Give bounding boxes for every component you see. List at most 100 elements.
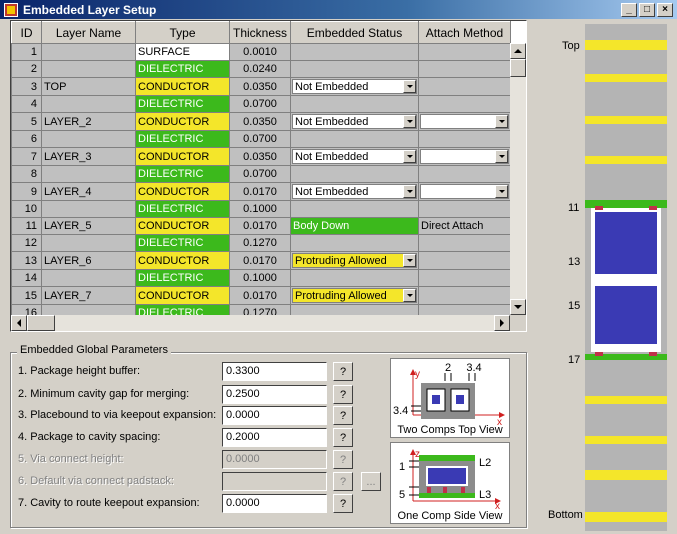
thickness-cell[interactable]: 0.0350 bbox=[229, 147, 291, 166]
help-button[interactable]: ? bbox=[333, 450, 353, 469]
attach-dropdown[interactable] bbox=[420, 149, 509, 164]
attach-cell[interactable] bbox=[418, 165, 511, 183]
close-button[interactable]: × bbox=[657, 2, 673, 17]
attach-cell[interactable] bbox=[418, 269, 511, 287]
layer-name-cell[interactable] bbox=[41, 43, 136, 61]
dropdown-arrow-icon[interactable] bbox=[403, 115, 416, 128]
type-cell[interactable]: CONDUCTOR bbox=[135, 112, 230, 131]
scroll-left-button[interactable] bbox=[11, 315, 27, 331]
status-cell[interactable]: Protruding Allowed bbox=[290, 286, 419, 305]
layer-row[interactable]: 7 LAYER_3 CONDUCTOR 0.0350 Not Embedded bbox=[11, 147, 511, 166]
type-cell[interactable]: CONDUCTOR bbox=[135, 251, 230, 270]
attach-cell[interactable] bbox=[418, 147, 511, 166]
attach-cell[interactable] bbox=[418, 182, 511, 201]
browse-button[interactable]: ... bbox=[361, 472, 381, 491]
layer-row[interactable]: 4 DIELECTRIC 0.0700 bbox=[11, 95, 511, 113]
status-dropdown[interactable]: Not Embedded bbox=[292, 114, 417, 129]
status-dropdown[interactable]: Protruding Allowed bbox=[292, 253, 417, 268]
type-cell[interactable]: CONDUCTOR bbox=[135, 217, 230, 235]
attach-dropdown[interactable] bbox=[420, 114, 509, 129]
status-dropdown[interactable]: Protruding Allowed bbox=[292, 288, 417, 303]
layer-row[interactable]: 8 DIELECTRIC 0.0700 bbox=[11, 165, 511, 183]
help-button[interactable]: ? bbox=[333, 494, 353, 513]
layer-row[interactable]: 9 LAYER_4 CONDUCTOR 0.0170 Not Embedded bbox=[11, 182, 511, 201]
thickness-cell[interactable]: 0.0700 bbox=[229, 130, 291, 148]
layer-name-cell[interactable] bbox=[41, 95, 136, 113]
attach-cell[interactable] bbox=[418, 130, 511, 148]
type-cell[interactable]: DIELECTRIC bbox=[135, 234, 230, 252]
attach-cell[interactable] bbox=[418, 60, 511, 78]
dropdown-arrow-icon[interactable] bbox=[403, 150, 416, 163]
vertical-scroll-thumb[interactable] bbox=[510, 59, 526, 77]
layer-name-cell[interactable]: LAYER_6 bbox=[41, 251, 136, 270]
status-dropdown[interactable]: Not Embedded bbox=[292, 149, 417, 164]
layer-row[interactable]: 2 DIELECTRIC 0.0240 bbox=[11, 60, 511, 78]
help-button[interactable]: ? bbox=[333, 406, 353, 425]
status-cell[interactable] bbox=[290, 60, 419, 78]
layer-name-cell[interactable]: LAYER_2 bbox=[41, 112, 136, 131]
help-button[interactable]: ? bbox=[333, 472, 353, 491]
layer-row[interactable]: 1 SURFACE 0.0010 bbox=[11, 43, 511, 61]
status-cell[interactable] bbox=[290, 130, 419, 148]
thickness-cell[interactable]: 0.1270 bbox=[229, 234, 291, 252]
status-cell[interactable] bbox=[290, 43, 419, 61]
type-cell[interactable]: DIELECTRIC bbox=[135, 60, 230, 78]
type-cell[interactable]: DIELECTRIC bbox=[135, 200, 230, 218]
layer-name-cell[interactable] bbox=[41, 200, 136, 218]
column-header[interactable]: Type bbox=[135, 21, 230, 44]
status-cell[interactable]: Protruding Allowed bbox=[290, 251, 419, 270]
thickness-cell[interactable]: 0.1000 bbox=[229, 200, 291, 218]
param-input[interactable]: 0.2500 bbox=[222, 385, 327, 404]
dropdown-arrow-icon[interactable] bbox=[495, 150, 508, 163]
layer-row[interactable]: 13 LAYER_6 CONDUCTOR 0.0170 Protruding Allow… bbox=[11, 251, 511, 270]
type-cell[interactable]: DIELECTRIC bbox=[135, 95, 230, 113]
dropdown-arrow-icon[interactable] bbox=[403, 80, 416, 93]
scroll-right-button[interactable] bbox=[494, 315, 510, 331]
attach-cell[interactable] bbox=[418, 286, 511, 305]
dropdown-arrow-icon[interactable] bbox=[403, 289, 416, 302]
status-cell[interactable] bbox=[290, 165, 419, 183]
layer-row[interactable]: 3 TOP CONDUCTOR 0.0350 Not Embedded bbox=[11, 77, 511, 96]
thickness-cell[interactable]: 0.0700 bbox=[229, 165, 291, 183]
help-button[interactable]: ? bbox=[333, 385, 353, 404]
status-cell[interactable]: Not Embedded bbox=[290, 182, 419, 201]
layer-name-cell[interactable]: LAYER_7 bbox=[41, 286, 136, 305]
attach-cell[interactable] bbox=[418, 43, 511, 61]
column-header[interactable]: Thickness bbox=[229, 21, 291, 44]
layer-name-cell[interactable] bbox=[41, 165, 136, 183]
layer-name-cell[interactable]: LAYER_3 bbox=[41, 147, 136, 166]
layer-name-cell[interactable] bbox=[41, 60, 136, 78]
type-cell[interactable]: DIELECTRIC bbox=[135, 130, 230, 148]
layer-row[interactable]: 14 DIELECTRIC 0.1000 bbox=[11, 269, 511, 287]
layer-name-cell[interactable]: TOP bbox=[41, 77, 136, 96]
layer-name-cell[interactable] bbox=[41, 234, 136, 252]
attach-cell[interactable] bbox=[418, 112, 511, 131]
column-header[interactable]: Attach Method bbox=[418, 21, 511, 44]
type-cell[interactable]: CONDUCTOR bbox=[135, 147, 230, 166]
type-cell[interactable]: DIELECTRIC bbox=[135, 269, 230, 287]
status-cell[interactable]: Not Embedded bbox=[290, 77, 419, 96]
status-dropdown[interactable]: Not Embedded bbox=[292, 79, 417, 94]
attach-cell[interactable] bbox=[418, 234, 511, 252]
type-cell[interactable]: DIELECTRIC bbox=[135, 165, 230, 183]
dropdown-arrow-icon[interactable] bbox=[495, 115, 508, 128]
layer-row[interactable]: 10 DIELECTRIC 0.1000 bbox=[11, 200, 511, 218]
attach-dropdown[interactable] bbox=[420, 184, 509, 199]
thickness-cell[interactable]: 0.0170 bbox=[229, 217, 291, 235]
help-button[interactable]: ? bbox=[333, 362, 353, 381]
attach-cell[interactable] bbox=[418, 95, 511, 113]
column-header[interactable]: ID bbox=[11, 21, 42, 44]
scroll-up-button[interactable] bbox=[510, 43, 526, 59]
layer-name-cell[interactable] bbox=[41, 269, 136, 287]
layer-row[interactable]: 12 DIELECTRIC 0.1270 bbox=[11, 234, 511, 252]
param-input[interactable]: 0.0000 bbox=[222, 406, 327, 425]
type-cell[interactable]: SURFACE bbox=[135, 43, 230, 61]
layer-name-cell[interactable]: LAYER_4 bbox=[41, 182, 136, 201]
dropdown-arrow-icon[interactable] bbox=[495, 185, 508, 198]
layer-row[interactable]: 6 DIELECTRIC 0.0700 bbox=[11, 130, 511, 148]
thickness-cell[interactable]: 0.0170 bbox=[229, 286, 291, 305]
param-input[interactable]: 0.2000 bbox=[222, 428, 327, 447]
thickness-cell[interactable]: 0.0170 bbox=[229, 182, 291, 201]
layer-row[interactable]: 5 LAYER_2 CONDUCTOR 0.0350 Not Embedded bbox=[11, 112, 511, 131]
type-cell[interactable]: CONDUCTOR bbox=[135, 286, 230, 305]
